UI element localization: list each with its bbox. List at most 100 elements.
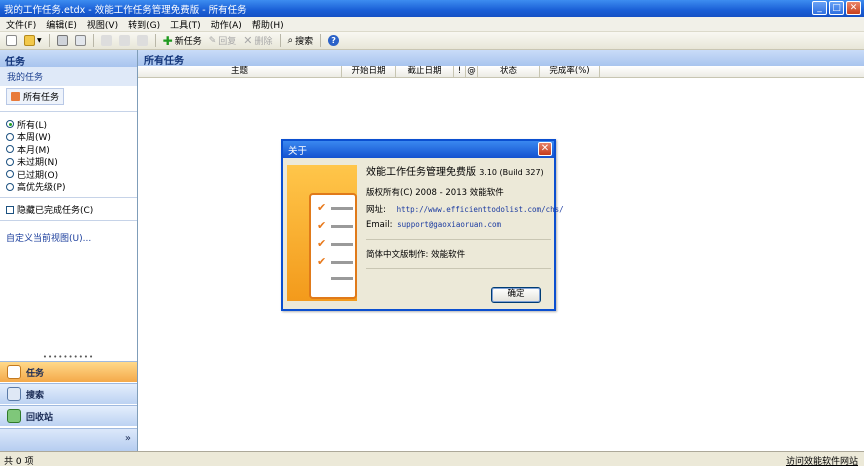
configure-buttons-icon[interactable]: » xyxy=(125,433,131,444)
help-icon: ? xyxy=(328,35,340,46)
plus-icon: ✚ xyxy=(162,33,173,48)
status-bar: 共 0 项 访问效能软件网站 xyxy=(0,451,864,466)
open-button[interactable]: ▼ xyxy=(22,34,44,48)
radio-button[interactable] xyxy=(6,170,14,179)
toolbar: ▼ ✚ 新任务 ✎ 回复 ✕ 删除 ⌕ 搜索 ? xyxy=(0,32,864,50)
column-percent-complete[interactable]: 完成率(%) xyxy=(540,66,600,77)
check-icon: ✔ xyxy=(317,237,327,250)
menu-help[interactable]: 帮助(H) xyxy=(252,18,284,31)
filter-label: 已过期(O) xyxy=(17,170,59,181)
column-attachment[interactable]: @ xyxy=(466,66,478,77)
new-document-icon xyxy=(6,35,17,46)
column-start-date[interactable]: 开始日期 xyxy=(342,66,396,77)
search-button[interactable]: ⌕ 搜索 xyxy=(286,34,316,48)
checkbox[interactable] xyxy=(6,205,14,214)
filter-label: 本月(M) xyxy=(17,145,50,156)
filter-this-week[interactable]: 本周(W) xyxy=(6,131,137,144)
filter-label: 所有(L) xyxy=(17,120,48,131)
column-due-date[interactable]: 截止日期 xyxy=(396,66,454,77)
menu-go[interactable]: 转到(G) xyxy=(128,18,160,31)
left-pane: 任务 我的任务 所有任务 所有(L) 本周(W) 本月(M) 未过期(N) 已过… xyxy=(0,50,138,451)
ok-button[interactable]: 确定 xyxy=(491,287,541,303)
divider xyxy=(0,197,137,198)
left-pane-header: 任务 xyxy=(0,50,137,68)
product-name: 效能工作任务管理免费版 xyxy=(366,167,476,178)
nav-recycle-button[interactable]: 回收站 xyxy=(0,405,137,426)
divider xyxy=(0,111,137,112)
print-button[interactable] xyxy=(55,34,70,48)
nav-search-label: 搜索 xyxy=(26,390,45,401)
radio-button[interactable] xyxy=(6,132,14,141)
title-bar: 我的工作任务.etdx - 效能工作任务管理免费版 - 所有任务 _ □ ✕ xyxy=(0,0,864,17)
about-info: 效能工作任务管理免费版 3.10 (Build 327) 版权所有(C) 200… xyxy=(366,163,564,269)
paste-icon xyxy=(136,35,148,46)
window-title: 我的工作任务.etdx - 效能工作任务管理免费版 - 所有任务 xyxy=(4,5,247,16)
new-task-button[interactable]: ✚ 新任务 xyxy=(161,34,204,48)
delete-button[interactable]: ✕ 删除 xyxy=(241,34,274,48)
radio-button[interactable] xyxy=(6,120,14,129)
menu-tools[interactable]: 工具(T) xyxy=(170,18,201,31)
nav-tasks-label: 任务 xyxy=(26,368,45,379)
filter-label: 本周(W) xyxy=(17,133,51,144)
dialog-close-button[interactable]: ✕ xyxy=(538,142,552,156)
column-priority[interactable]: ! xyxy=(454,66,466,77)
email-row: Email: support@gaoxiaoruan.com xyxy=(366,220,551,230)
customize-view-link[interactable]: 自定义当前视图(U)... xyxy=(0,231,137,244)
website-label: 网址: xyxy=(366,205,386,215)
delete-icon: ✕ xyxy=(243,34,253,47)
nav-search-button[interactable]: 搜索 xyxy=(0,383,137,404)
all-tasks-button[interactable]: 所有任务 xyxy=(6,88,65,105)
hide-completed-checkbox[interactable]: 隐藏已完成任务(C) xyxy=(0,203,137,216)
item-count: 共 0 项 xyxy=(4,457,34,466)
reply-label: 回复 xyxy=(218,37,237,47)
filter-overdue[interactable]: 已过期(O) xyxy=(6,168,137,181)
toolbar-separator xyxy=(320,34,322,47)
divider xyxy=(0,220,137,221)
product-logo-image: ✔ ✔ ✔ ✔ xyxy=(287,165,357,301)
filter-all[interactable]: 所有(L) xyxy=(6,118,137,131)
menu-file[interactable]: 文件(F) xyxy=(6,18,36,31)
radio-button[interactable] xyxy=(6,145,14,154)
filter-this-month[interactable]: 本月(M) xyxy=(6,143,137,156)
print-preview-icon xyxy=(74,35,86,46)
website-link[interactable]: http://www.efficienttodolist.com/chs/ xyxy=(397,205,564,214)
cut-icon xyxy=(100,35,112,46)
radio-button[interactable] xyxy=(6,182,14,191)
paste-button[interactable] xyxy=(135,34,150,48)
filter-high-priority[interactable]: 高优先级(P) xyxy=(6,181,137,194)
new-document-button[interactable] xyxy=(4,34,19,48)
product-line: 效能工作任务管理免费版 3.10 (Build 327) xyxy=(366,163,551,178)
copy-button[interactable] xyxy=(117,34,132,48)
open-folder-icon xyxy=(24,35,35,46)
toolbar-separator xyxy=(279,34,281,47)
all-tasks-label: 所有任务 xyxy=(23,93,60,103)
recycle-bin-icon xyxy=(7,409,21,423)
menu-bar: 文件(F) 编辑(E) 视图(V) 转到(G) 工具(T) 动作(A) 帮助(H… xyxy=(0,17,864,32)
minimize-button[interactable]: _ xyxy=(812,1,827,15)
window-controls: _ □ ✕ xyxy=(812,1,861,15)
maximize-button[interactable]: □ xyxy=(829,1,844,15)
divider xyxy=(366,268,551,269)
dialog-title-bar: 关于 ✕ xyxy=(283,141,554,158)
menu-view[interactable]: 视图(V) xyxy=(87,18,118,31)
column-subject[interactable]: 主题 xyxy=(138,66,342,77)
print-preview-button[interactable] xyxy=(73,34,88,48)
toolbar-separator xyxy=(154,34,156,47)
email-link[interactable]: support@gaoxiaoruan.com xyxy=(397,220,501,229)
reply-button[interactable]: ✎ 回复 xyxy=(207,34,239,48)
help-button[interactable]: ? xyxy=(326,34,341,48)
menu-edit[interactable]: 编辑(E) xyxy=(46,18,77,31)
nav-tasks-button[interactable]: 任务 xyxy=(0,361,137,382)
close-button[interactable]: ✕ xyxy=(846,1,861,15)
cut-button[interactable] xyxy=(99,34,114,48)
reply-icon: ✎ xyxy=(208,35,217,46)
check-icon: ✔ xyxy=(317,219,327,232)
menu-actions[interactable]: 动作(A) xyxy=(211,18,242,31)
filter-not-overdue[interactable]: 未过期(N) xyxy=(6,156,137,168)
column-status[interactable]: 状态 xyxy=(478,66,540,77)
task-list-icon xyxy=(11,92,20,101)
filter-radio-group: 所有(L) 本周(W) 本月(M) 未过期(N) 已过期(O) 高优先级(P) xyxy=(0,118,137,193)
filter-label: 高优先级(P) xyxy=(17,183,66,194)
visit-website-link[interactable]: 访问效能软件网站 xyxy=(786,454,858,466)
radio-button[interactable] xyxy=(6,157,14,166)
